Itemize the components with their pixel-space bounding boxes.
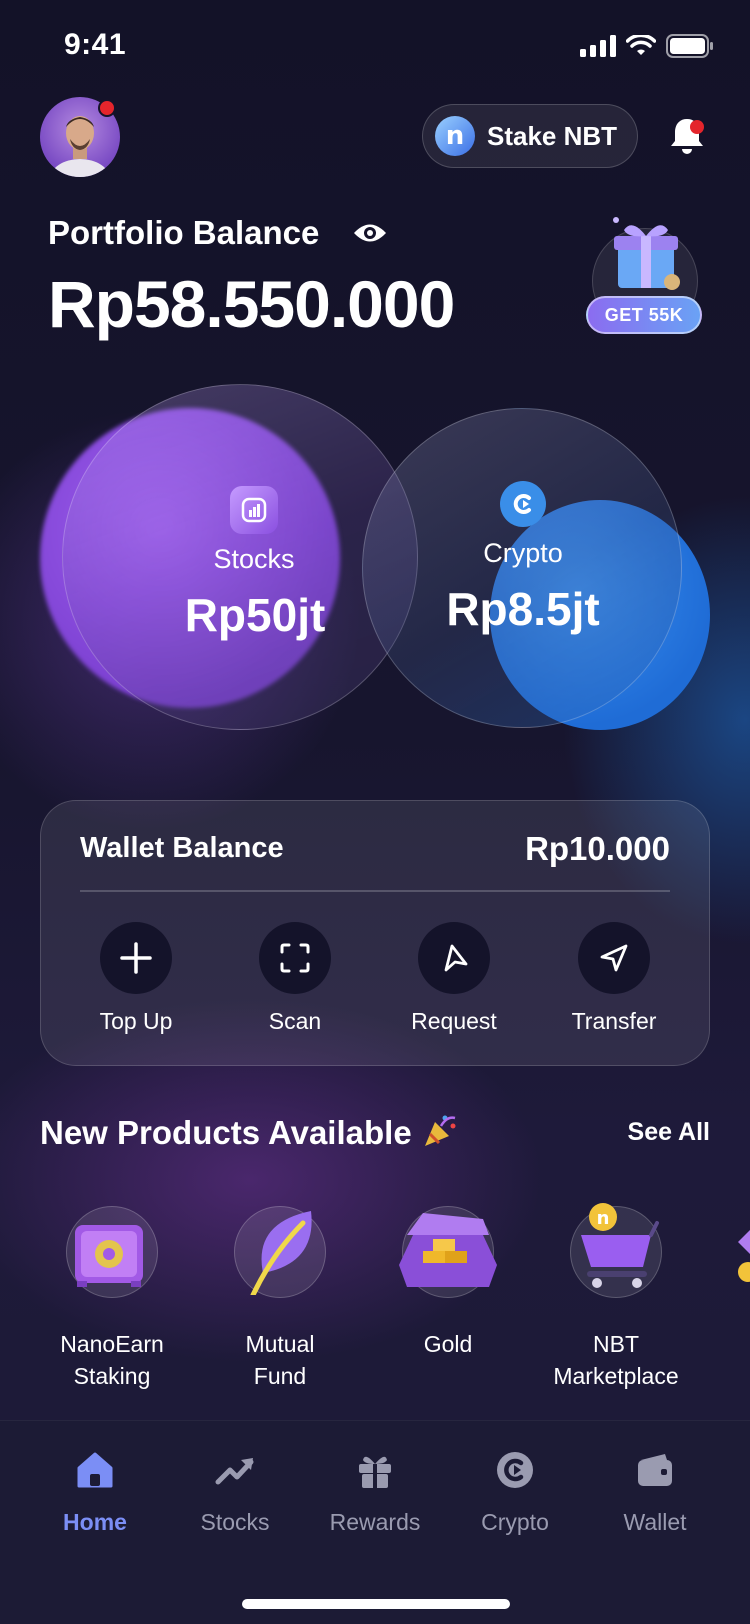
top-up-label: Top Up (99, 1008, 173, 1034)
nav-stocks-label: Stocks (200, 1509, 270, 1535)
svg-text:n: n (597, 1208, 610, 1229)
battery-icon (666, 34, 713, 58)
crypto-icon (497, 1452, 533, 1488)
product-nanoearn-staking[interactable]: NanoEarn Staking (32, 1206, 192, 1392)
product-circle (399, 1206, 497, 1298)
product-label: Mutual Fund (200, 1328, 360, 1392)
signal-icon (580, 35, 616, 57)
stocks-value: Rp50jt (184, 589, 326, 641)
see-all-link[interactable]: See All (628, 1118, 710, 1147)
scan-label: Scan (268, 1008, 322, 1034)
nav-home[interactable]: Home (30, 1450, 160, 1536)
nav-rewards-label: Rewards (329, 1509, 421, 1535)
nav-rewards[interactable]: Rewards (310, 1450, 440, 1536)
wallet-icon (638, 1454, 672, 1486)
nav-home-label: Home (63, 1509, 127, 1535)
product-label: NanoEarn Staking (32, 1328, 192, 1392)
shopping-cart-icon: n (581, 1203, 659, 1288)
bell-notification-dot (690, 120, 704, 134)
transfer-button[interactable]: Transfer (544, 922, 684, 1035)
gold-bars-icon (399, 1213, 497, 1287)
portfolio-balance-label: Portfolio Balance (48, 214, 320, 251)
gift-box-icon (613, 217, 680, 290)
product-label: Gold (368, 1328, 528, 1360)
request-label: Request (411, 1008, 497, 1034)
product-nbt-marketplace[interactable]: n NBT Marketplace (536, 1203, 696, 1392)
nav-stocks[interactable]: Stocks (170, 1450, 300, 1536)
gift-icon (359, 1456, 391, 1488)
product-label-line1: Gold (423, 1331, 473, 1357)
plus-icon (100, 922, 172, 994)
new-products-title: New Products Available (40, 1112, 459, 1152)
product-label: NBT Marketplace (536, 1328, 696, 1392)
nav-crypto[interactable]: Crypto (450, 1450, 580, 1536)
product-gold[interactable]: Gold (368, 1206, 528, 1360)
nbt-logo-icon: n (435, 116, 475, 156)
eye-icon[interactable] (352, 220, 388, 246)
product-circle (234, 1206, 326, 1298)
scan-button[interactable]: Scan (225, 922, 365, 1035)
nav-wallet[interactable]: Wallet (590, 1450, 720, 1536)
portfolio-balance-value: Rp58.550.000 (48, 267, 455, 341)
status-time: 9:41 (64, 28, 127, 61)
product-label-line1: NanoEarn (60, 1331, 164, 1357)
nav-crypto-label: Crypto (481, 1509, 549, 1535)
leaf-icon (250, 1211, 312, 1295)
home-indicator[interactable] (242, 1599, 510, 1609)
transfer-label: Transfer (571, 1008, 657, 1034)
stocks-chart-icon (230, 486, 278, 534)
crypto-label: Crypto (483, 538, 563, 568)
wallet-balance-value: Rp10.000 (525, 830, 670, 867)
crypto-coin-icon (500, 481, 546, 527)
next-product-peek-icon (738, 1230, 750, 1282)
status-icons (580, 34, 714, 58)
stake-nbt-button[interactable]: n Stake NBT (422, 104, 638, 168)
product-label-line1: Mutual (245, 1331, 315, 1357)
product-label-line2: Staking (73, 1363, 151, 1389)
wallet-divider (80, 890, 670, 892)
trending-up-icon (215, 1458, 254, 1485)
safe-icon (75, 1225, 143, 1287)
product-label-line1: NBT (593, 1331, 639, 1357)
top-up-button[interactable]: Top Up (66, 922, 206, 1035)
new-products-title-text: New Products Available (40, 1114, 412, 1151)
wifi-icon (626, 35, 656, 55)
send-icon (578, 922, 650, 994)
request-button[interactable]: Request (384, 922, 524, 1035)
home-icon (77, 1452, 113, 1488)
request-icon (418, 922, 490, 994)
crypto-value: Rp8.5jt (446, 583, 600, 635)
product-circle: n (570, 1203, 662, 1298)
product-label-line2: Fund (253, 1363, 307, 1389)
stake-label: Stake NBT (487, 120, 618, 151)
promo-get-button[interactable]: GET 55K (586, 296, 702, 334)
avatar-notification-dot (98, 99, 116, 117)
nav-wallet-label: Wallet (623, 1509, 687, 1535)
product-label-line2: Marketplace (553, 1363, 679, 1389)
wallet-balance-label: Wallet Balance (80, 832, 284, 864)
party-popper-icon (424, 1115, 456, 1146)
scan-icon (259, 922, 331, 994)
product-mutual-fund[interactable]: Mutual Fund (200, 1206, 360, 1392)
product-circle (66, 1206, 158, 1298)
stocks-label: Stocks (213, 544, 295, 574)
